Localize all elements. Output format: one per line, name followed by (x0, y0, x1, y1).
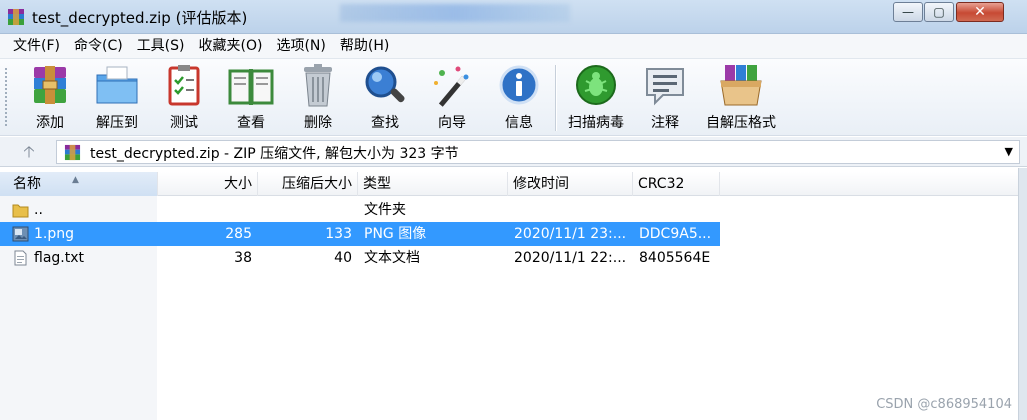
dropdown-arrow-icon[interactable]: ▼ (1005, 142, 1013, 162)
menu-commands[interactable]: 命令(C) (67, 35, 130, 57)
info-label: 信息 (505, 115, 533, 131)
file-size: 38 (234, 250, 252, 266)
file-crc (639, 198, 719, 222)
menu-tools[interactable]: 工具(S) (130, 35, 192, 57)
sort-ascending-icon: ▲ (72, 175, 79, 185)
list-item[interactable]: flag.txt 38 40 文本文档 2020/11/1 22:... 840… (0, 246, 720, 270)
menu-bar: 文件(F) 命令(C) 工具(S) 收藏夹(O) 选项(N) 帮助(H) (0, 34, 1027, 58)
file-modified: 2020/11/1 23:... (514, 226, 627, 242)
image-file-icon (12, 226, 29, 242)
extract-to-icon (96, 66, 138, 104)
file-type: 文件夹 (364, 202, 406, 218)
menu-options[interactable]: 选项(N) (269, 35, 332, 57)
maximize-button[interactable]: ▢ (924, 2, 954, 22)
file-crc: DDC9A5... (639, 226, 712, 242)
test-label: 测试 (170, 115, 198, 131)
column-packed-size[interactable]: 压缩后大小 (258, 172, 358, 196)
archive-path-combobox[interactable]: test_decrypted.zip - ZIP 压缩文件, 解包大小为 323… (56, 140, 1020, 164)
toolbar-separator (555, 65, 557, 131)
wizard-label: 向导 (438, 115, 466, 131)
toolbar: 添加 解压到 测试 查看 删除 查找 向导 信息 扫描病毒 注释 自解压格式 (0, 58, 1027, 136)
blurred-title-region (340, 4, 570, 22)
column-header: ▲ 名称 大小 压缩后大小 类型 修改时间 CRC32 (0, 172, 1027, 196)
file-packed-size: 40 (334, 250, 352, 266)
close-button[interactable]: ✕ (956, 2, 1004, 22)
wizard-button[interactable]: 向导 (419, 63, 485, 133)
comment-icon (646, 68, 684, 106)
title-bar[interactable]: test_decrypted.zip (评估版本) — ▢ ✕ (0, 0, 1027, 34)
minimize-button[interactable]: — (893, 2, 923, 22)
sfx-icon (720, 65, 762, 106)
add-button[interactable]: 添加 (17, 63, 83, 133)
menu-help[interactable]: 帮助(H) (333, 35, 396, 57)
add-label: 添加 (36, 115, 64, 131)
comment-label: 注释 (651, 115, 679, 131)
file-modified: 2020/11/1 22:... (514, 250, 627, 266)
trash-icon (304, 64, 332, 107)
find-label: 查找 (371, 115, 399, 131)
test-button[interactable]: 测试 (151, 63, 217, 133)
file-modified (514, 198, 632, 222)
archive-path-text: test_decrypted.zip - ZIP 压缩文件, 解包大小为 323… (90, 146, 459, 162)
info-icon (499, 65, 539, 105)
menu-file[interactable]: 文件(F) (6, 35, 67, 57)
file-packed-size (258, 198, 352, 222)
find-button[interactable]: 查找 (352, 63, 418, 133)
watermark: CSDN @c868954104 (876, 397, 1012, 412)
column-modified[interactable]: 修改时间 (508, 172, 633, 196)
column-name[interactable]: ▲ 名称 (0, 172, 158, 196)
toolbar-grip[interactable] (4, 67, 8, 127)
find-icon (365, 66, 405, 103)
comment-button[interactable]: 注释 (632, 63, 698, 133)
virus-scan-label: 扫描病毒 (568, 115, 624, 131)
column-crc32[interactable]: CRC32 (633, 172, 720, 196)
view-book-icon (228, 69, 274, 105)
info-button[interactable]: 信息 (486, 63, 552, 133)
folder-icon (12, 204, 29, 218)
text-file-icon (14, 250, 27, 266)
sfx-button[interactable]: 自解压格式 (702, 63, 780, 133)
column-name-label: 名称 (13, 176, 41, 192)
list-item-selected[interactable]: 1.png 285 133 PNG 图像 2020/11/1 23:... DD… (0, 222, 720, 246)
view-label: 查看 (237, 115, 265, 131)
winrar-app-icon (8, 9, 24, 25)
virus-scan-icon (576, 65, 616, 105)
window-right-edge (1018, 168, 1027, 420)
virus-scan-button[interactable]: 扫描病毒 (563, 63, 629, 133)
wizard-icon (434, 66, 469, 107)
file-type: 文本文档 (364, 250, 420, 266)
file-name: flag.txt (34, 250, 84, 266)
list-item[interactable]: .. 文件夹 (0, 198, 720, 222)
column-type[interactable]: 类型 (358, 172, 508, 196)
archive-icon (64, 144, 81, 161)
file-size (158, 198, 252, 222)
delete-button[interactable]: 删除 (285, 63, 351, 133)
view-button[interactable]: 查看 (218, 63, 284, 133)
test-icon (168, 65, 200, 106)
extract-to-label: 解压到 (96, 115, 138, 131)
file-name: 1.png (34, 226, 75, 242)
file-type: PNG 图像 (364, 226, 427, 242)
file-list: ▲ 名称 大小 压缩后大小 类型 修改时间 CRC32 .. 文件夹 1.png… (0, 168, 1027, 420)
file-name: .. (34, 202, 43, 218)
file-packed-size: 133 (325, 226, 352, 242)
file-size: 285 (225, 226, 252, 242)
add-archive-icon (34, 66, 66, 104)
window-title: test_decrypted.zip (评估版本) (32, 9, 248, 27)
extract-to-button[interactable]: 解压到 (84, 63, 150, 133)
file-crc: 8405564E (639, 250, 711, 266)
address-bar: 🡡 test_decrypted.zip - ZIP 压缩文件, 解包大小为 3… (0, 137, 1027, 167)
column-size[interactable]: 大小 (158, 172, 258, 196)
delete-label: 删除 (304, 115, 332, 131)
up-one-level-button[interactable]: 🡡 (14, 141, 44, 163)
menu-favorites[interactable]: 收藏夹(O) (192, 35, 270, 57)
sfx-label: 自解压格式 (706, 115, 776, 131)
